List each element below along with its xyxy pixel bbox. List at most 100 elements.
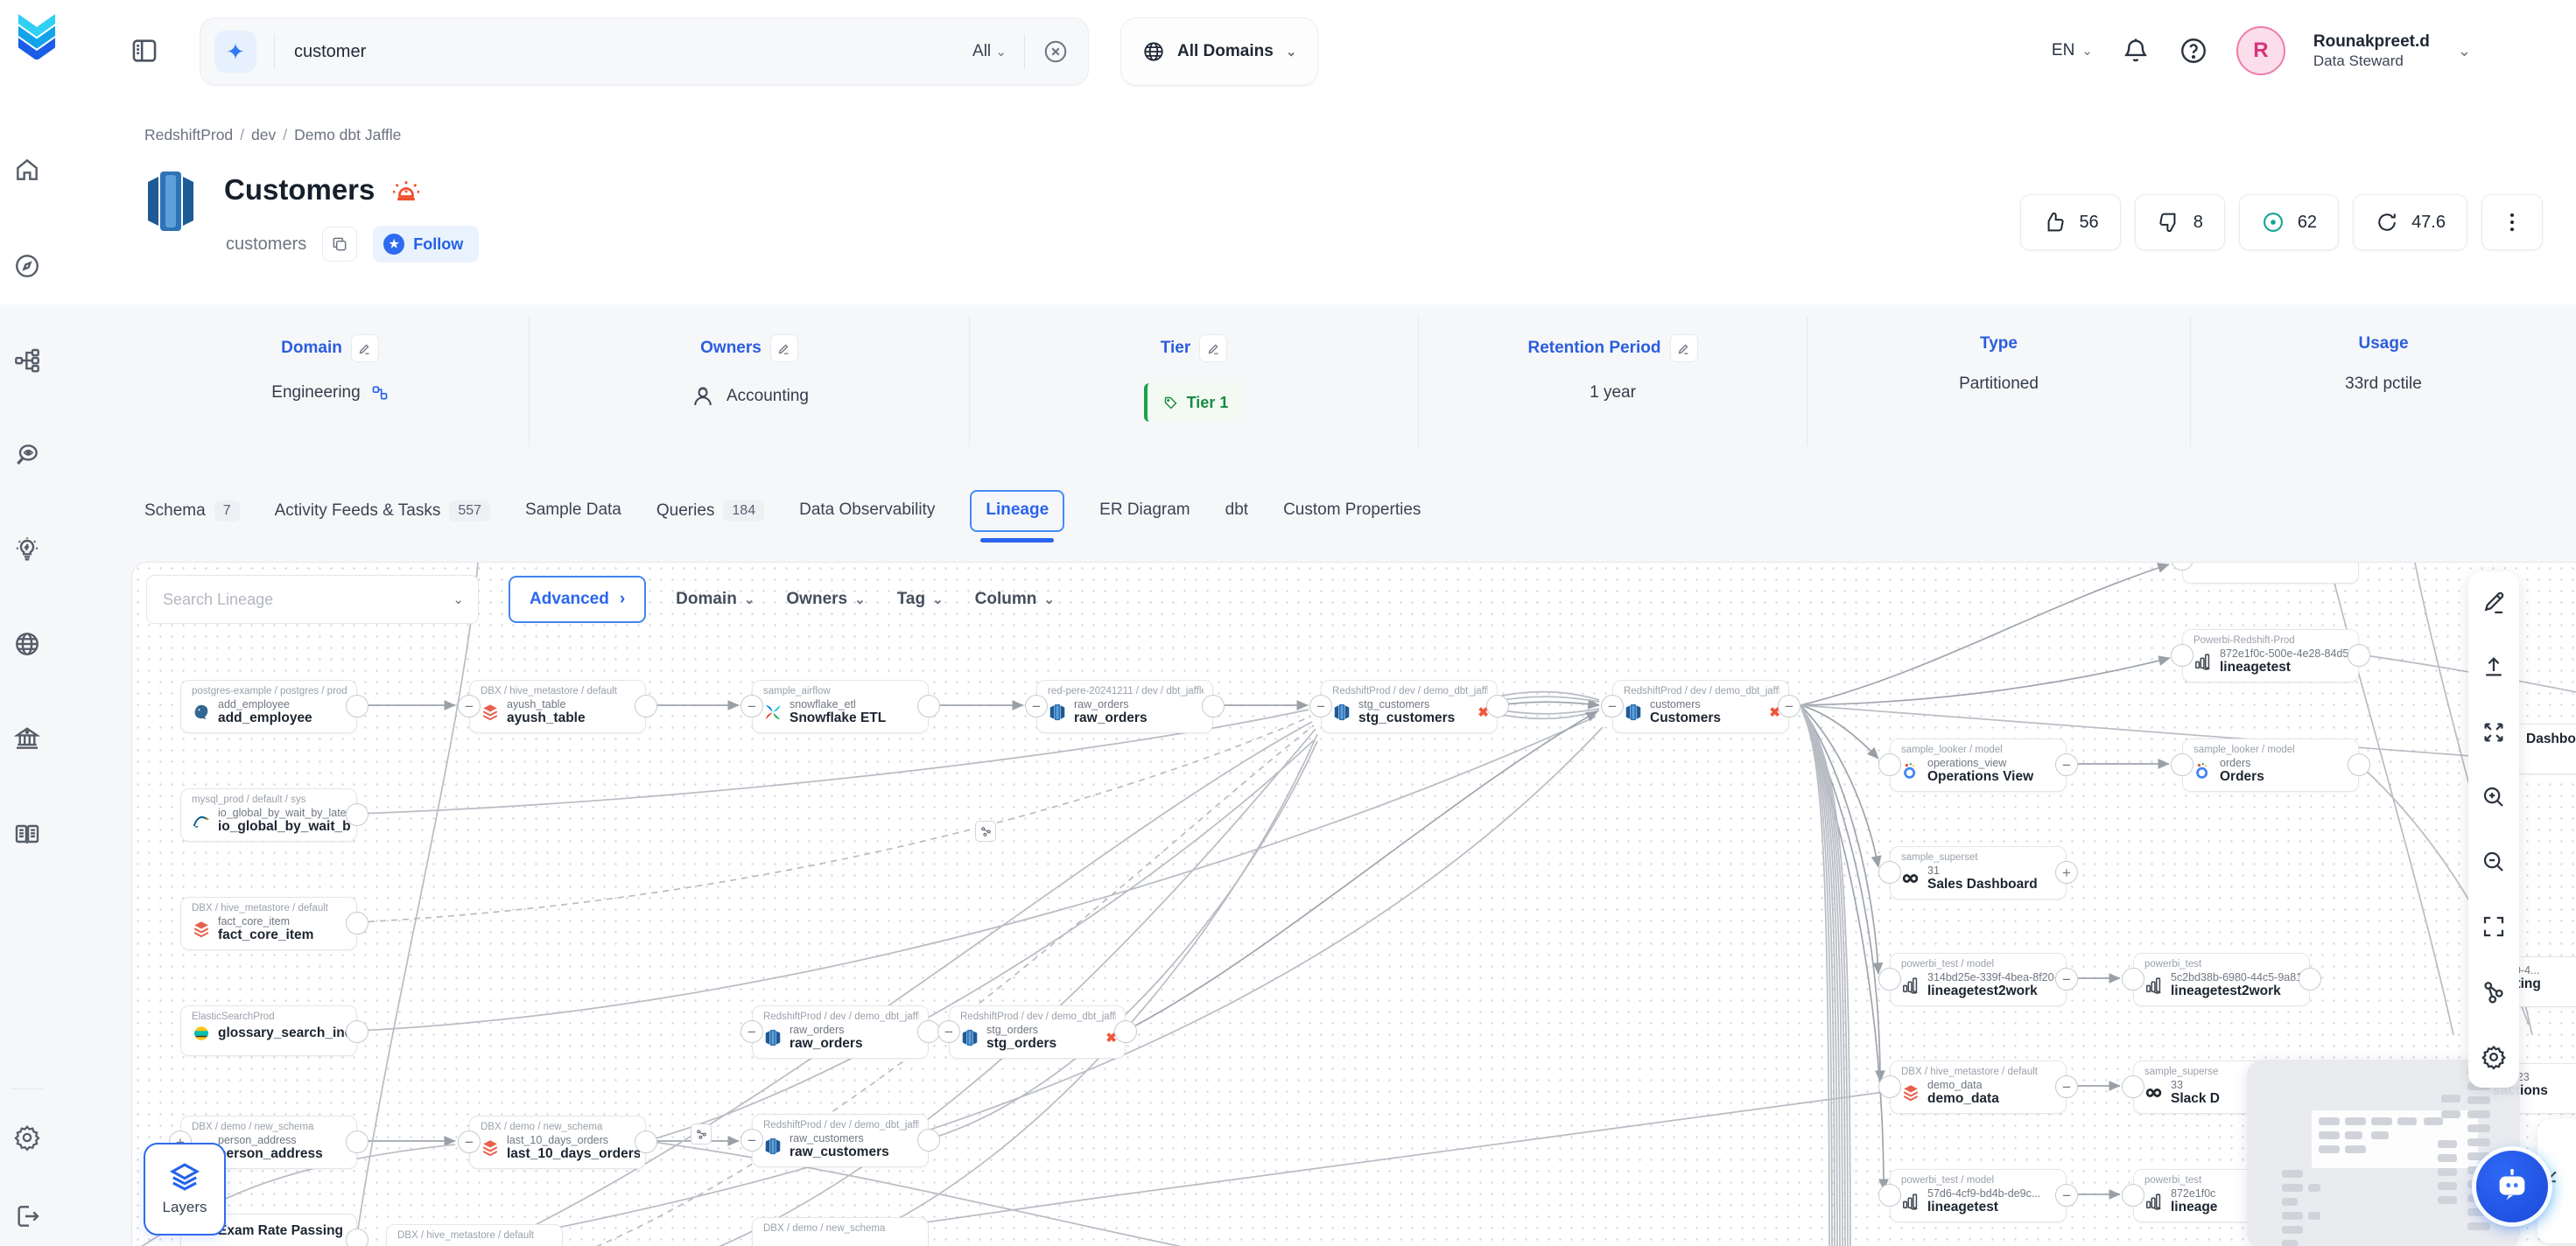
tab-lineage[interactable]: Lineage	[970, 490, 1064, 532]
logout-icon[interactable]	[13, 1202, 41, 1230]
follow-button[interactable]: ★ Follow	[373, 226, 479, 262]
lineage-search[interactable]: ⌄	[146, 575, 479, 624]
edit-retention-button[interactable]	[1670, 334, 1698, 362]
lineage-node-stg_customers[interactable]: RedshiftProd / dev / demo_dbt_jafflestg_…	[1321, 680, 1498, 733]
ai-sparkle-icon[interactable]: ✦	[214, 31, 256, 73]
node-minus-toggle[interactable]: −	[937, 1020, 960, 1043]
tab-sample-data[interactable]: Sample Data	[525, 490, 621, 520]
process-badge-icon[interactable]	[975, 821, 996, 842]
compass-icon[interactable]	[13, 252, 41, 280]
global-search[interactable]: ✦ All ⌄	[200, 18, 1089, 86]
tab-custom-properties[interactable]: Custom Properties	[1283, 490, 1421, 520]
announcement-siren-icon[interactable]	[390, 174, 422, 206]
node-minus-toggle[interactable]: −	[2055, 1184, 2078, 1207]
zoom-out-tool-icon[interactable]	[2481, 849, 2507, 875]
graph-tool-icon[interactable]	[2481, 979, 2507, 1005]
node-minus-toggle[interactable]: −	[2055, 1075, 2078, 1098]
web-icon[interactable]	[13, 630, 41, 658]
ai-chatbot-button[interactable]	[2476, 1151, 2548, 1222]
insights-icon[interactable]	[13, 536, 41, 564]
fullscreen-tool-icon[interactable]	[2481, 914, 2507, 940]
search-input[interactable]	[292, 41, 786, 63]
lineage-search-input[interactable]	[161, 590, 401, 610]
node-minus-toggle[interactable]: −	[1601, 695, 1624, 718]
lineage-node-stg_orders[interactable]: RedshiftProd / dev / demo_dbt_jafflestg_…	[949, 1005, 1126, 1059]
tab-er-diagram[interactable]: ER Diagram	[1099, 490, 1190, 520]
node-plus-toggle[interactable]: +	[2055, 861, 2078, 884]
help-icon[interactable]	[2179, 36, 2208, 66]
node-minus-toggle[interactable]: −	[1778, 695, 1800, 718]
upvote-button[interactable]: 56	[2020, 194, 2120, 250]
tab-data-observability[interactable]: Data Observability	[799, 490, 935, 520]
lineage-filter-tag[interactable]: Tag⌄	[897, 590, 944, 609]
lineage-node-partial_dbx_demo[interactable]: DBX / demo / new_schema	[752, 1217, 929, 1246]
lineage-node-raw_orders_2[interactable]: RedshiftProd / dev / demo_dbt_jaffleraw_…	[752, 1005, 929, 1059]
lineage-node-lineagetest_top[interactable]: Powerbi-Redshift-Prod872e1f0c-500e-4e28-…	[2182, 629, 2359, 682]
breadcrumb[interactable]: RedshiftProd/dev/Demo dbt Jaffle	[144, 126, 401, 144]
lineage-node-lineagetest_c[interactable]: powerbi_test / model57d6-4cf9-bd4b-de9c.…	[1890, 1169, 2067, 1222]
lineage-node-ayush_table[interactable]: DBX / hive_metastore / defaultayush_tabl…	[469, 680, 646, 733]
edit-tier-button[interactable]	[1199, 334, 1227, 362]
advanced-filters-button[interactable]: Advanced›	[509, 576, 646, 623]
home-icon[interactable]	[13, 156, 41, 184]
zoom-in-tool-icon[interactable]	[2481, 784, 2507, 810]
lineage-filter-owners[interactable]: Owners⌄	[786, 590, 865, 609]
lineage-node-sales_dashboard[interactable]: sample_superset31Sales Dashboard+	[1890, 846, 2067, 900]
language-selector[interactable]: EN⌄	[2052, 41, 2093, 60]
breadcrumb-item[interactable]: dev	[251, 126, 276, 144]
glossary-icon[interactable]	[13, 821, 41, 849]
lineage-node-glossary_search_index[interactable]: ElasticSearchProdglossary_search_index	[180, 1005, 357, 1056]
edit-tool-icon[interactable]	[2481, 589, 2507, 615]
tab-activity-feeds-tasks[interactable]: Activity Feeds & Tasks557	[275, 490, 490, 522]
tab-dbt[interactable]: dbt	[1225, 490, 1248, 520]
governance-icon[interactable]	[13, 724, 41, 752]
watchers-button[interactable]: 62	[2239, 194, 2339, 250]
tab-schema[interactable]: Schema7	[144, 490, 240, 522]
lineage-node-demo_data[interactable]: DBX / hive_metastore / defaultdemo_datad…	[1890, 1060, 2067, 1114]
clear-search-icon[interactable]	[1042, 38, 1069, 65]
lineage-node-customers[interactable]: RedshiftProd / dev / demo_dbt_jafflecust…	[1612, 680, 1789, 733]
atlan-logo[interactable]	[18, 14, 56, 60]
lineage-node-add_employee[interactable]: postgres-example / postgres / production…	[180, 680, 357, 733]
lineage-node-omone[interactable]: omone	[2182, 562, 2359, 584]
tier-badge[interactable]: Tier 1	[1144, 383, 1245, 422]
lineage-node-raw_customers[interactable]: RedshiftProd / dev / demo_dbt_jaffleraw_…	[752, 1114, 929, 1167]
node-minus-toggle[interactable]: −	[2055, 968, 2078, 990]
downvote-button[interactable]: 8	[2135, 194, 2225, 250]
notifications-bell-icon[interactable]	[2121, 36, 2151, 66]
lineage-node-dashboard_sliver[interactable]: Dashboard	[2515, 724, 2576, 774]
edit-domain-button[interactable]	[351, 334, 379, 362]
node-minus-toggle[interactable]: −	[1025, 695, 1048, 718]
node-minus-toggle[interactable]: −	[2055, 753, 2078, 776]
lineage-node-io_global_by_wait_by_latency[interactable]: mysql_prod / default / sysio_global_by_w…	[180, 788, 357, 842]
node-minus-toggle[interactable]: −	[1309, 695, 1332, 718]
copy-name-button[interactable]	[322, 227, 357, 262]
more-actions-button[interactable]	[2481, 194, 2543, 250]
user-menu-chevron-icon[interactable]: ⌄	[2458, 42, 2471, 60]
node-minus-toggle[interactable]: −	[741, 1020, 763, 1043]
popularity-button[interactable]: 47.6	[2353, 194, 2467, 250]
discovery-icon[interactable]	[13, 441, 41, 469]
expand-tool-icon[interactable]	[2481, 719, 2507, 746]
layers-button[interactable]: Layers	[144, 1143, 226, 1236]
lineage-node-lineagetest2work_a[interactable]: powerbi_test / model314bd25e-339f-4bea-8…	[1890, 953, 2067, 1006]
lineage-node-orders[interactable]: sample_looker / modelordersOrders	[2182, 738, 2359, 792]
all-domains-button[interactable]: All Domains⌄	[1120, 18, 1318, 86]
user-menu[interactable]: Rounakpreet.d Data Steward	[2313, 32, 2430, 71]
edit-owners-button[interactable]	[770, 334, 798, 362]
sidebar-toggle-icon[interactable]	[130, 35, 159, 66]
tab-queries[interactable]: Queries184	[656, 490, 764, 522]
node-minus-toggle[interactable]: −	[458, 695, 481, 718]
breadcrumb-item[interactable]: Demo dbt Jaffle	[294, 126, 401, 144]
node-minus-toggle[interactable]: −	[458, 1130, 481, 1153]
lineage-node-operations_view[interactable]: sample_looker / modeloperations_viewOper…	[1890, 738, 2067, 792]
settings-gear-icon[interactable]	[13, 1124, 41, 1152]
export-tool-icon[interactable]	[2481, 654, 2507, 680]
search-scope-dropdown[interactable]: All ⌄	[972, 42, 1007, 61]
lineage-node-snowflake_etl[interactable]: sample_airflowsnowflake_etlSnowflake ETL…	[752, 680, 929, 733]
user-avatar[interactable]: R	[2236, 26, 2285, 75]
lineage-node-last_10_days_orders[interactable]: DBX / demo / new_schemalast_10_days_orde…	[469, 1116, 646, 1169]
lineage-canvas[interactable]: postgres-example / postgres / production…	[131, 562, 2576, 1246]
node-minus-toggle[interactable]: −	[741, 695, 763, 718]
process-badge-icon[interactable]	[691, 1124, 712, 1144]
